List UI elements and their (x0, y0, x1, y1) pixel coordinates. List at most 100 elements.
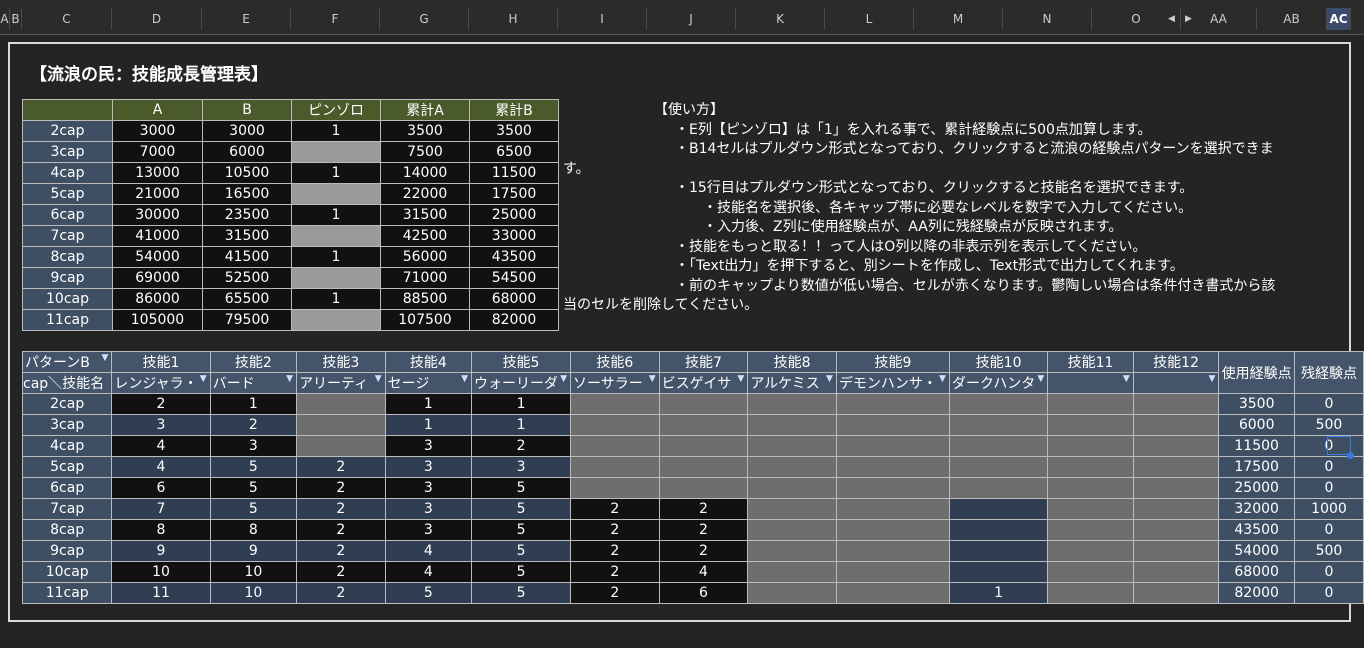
skill-name-select[interactable]: ウォーリーダ ▼ (471, 372, 572, 394)
skill-level-cell[interactable] (570, 414, 660, 436)
dropdown-arrow-icon[interactable]: ▼ (461, 374, 468, 384)
col-header-h[interactable]: H (469, 8, 558, 30)
skill-name-select[interactable]: ダークハンタ ▼ (948, 372, 1049, 394)
skill-level-cell[interactable] (658, 414, 749, 436)
exp-cell[interactable]: 1 (291, 204, 381, 226)
skill-level-cell[interactable]: 5 (209, 477, 298, 499)
skill-level-cell[interactable]: 3 (384, 519, 473, 541)
skill-level-cell[interactable] (747, 456, 837, 478)
skill-name-select[interactable]: アリーティ ▼ (296, 372, 386, 394)
exp-cell[interactable]: 105000 (112, 309, 203, 331)
skill-level-cell[interactable]: 1 (471, 414, 572, 436)
exp-cell[interactable]: 86000 (112, 288, 203, 310)
skill-level-cell[interactable]: 2 (658, 540, 749, 562)
skill-level-cell[interactable] (835, 477, 950, 499)
dropdown-arrow-icon[interactable]: ▼ (826, 374, 833, 384)
skill-level-cell[interactable]: 5 (471, 561, 572, 583)
col-header-g[interactable]: G (380, 8, 469, 30)
skill-level-cell[interactable]: 2 (296, 540, 386, 562)
skill-level-cell[interactable] (747, 582, 837, 604)
skill-level-cell[interactable]: 1 (948, 582, 1049, 604)
skill-level-cell[interactable] (747, 477, 837, 499)
exp-cell[interactable]: 7500 (380, 141, 470, 163)
skill-level-cell[interactable]: 7 (111, 498, 211, 520)
exp-cell[interactable]: 82000 (469, 309, 559, 331)
skill-level-cell[interactable] (1047, 540, 1134, 562)
skill-level-cell[interactable]: 10 (209, 561, 298, 583)
exp-cell[interactable]: 25000 (469, 204, 559, 226)
skill-level-cell[interactable]: 5 (209, 498, 298, 520)
skill-level-cell[interactable] (835, 582, 950, 604)
skill-name-select[interactable]: ソーサラー ▼ (570, 372, 660, 394)
dropdown-arrow-icon[interactable]: ▼ (1037, 374, 1044, 384)
skill-name-select[interactable]: デモンハンサ・ ▼ (835, 372, 950, 394)
hidden-cols-left-arrow-icon[interactable]: ◀ (1168, 8, 1175, 30)
col-header-i[interactable]: I (558, 8, 647, 30)
exp-cell[interactable]: 10500 (202, 162, 292, 184)
exp-cell[interactable]: 14000 (380, 162, 470, 184)
skill-level-cell[interactable]: 2 (209, 414, 298, 436)
dropdown-arrow-icon[interactable]: ▼ (939, 374, 946, 384)
fill-handle[interactable] (1347, 452, 1354, 459)
skill-level-cell[interactable] (1132, 519, 1220, 541)
exp-cell[interactable]: 13000 (112, 162, 203, 184)
exp-cell[interactable]: 71000 (380, 267, 470, 289)
col-header-l[interactable]: L (825, 8, 914, 30)
skill-level-cell[interactable]: 3 (111, 414, 211, 436)
skill-level-cell[interactable]: 5 (384, 582, 473, 604)
skill-level-cell[interactable] (1047, 519, 1134, 541)
skill-level-cell[interactable]: 2 (658, 498, 749, 520)
skill-level-cell[interactable] (747, 393, 837, 415)
dropdown-arrow-icon[interactable]: ▼ (560, 374, 567, 384)
exp-cell[interactable] (291, 225, 381, 247)
exp-cell[interactable] (291, 309, 381, 331)
exp-cell[interactable]: 65500 (202, 288, 292, 310)
dropdown-arrow-icon[interactable]: ▼ (649, 374, 656, 384)
exp-cell[interactable]: 33000 (469, 225, 559, 247)
skill-level-cell[interactable] (948, 435, 1049, 457)
skill-name-select[interactable]: アルケミス ▼ (747, 372, 837, 394)
skill-level-cell[interactable]: 1 (384, 414, 473, 436)
skill-level-cell[interactable]: 2 (570, 540, 660, 562)
skill-level-cell[interactable] (835, 540, 950, 562)
skill-level-cell[interactable]: 5 (209, 456, 298, 478)
col-header-m[interactable]: M (914, 8, 1003, 30)
skill-level-cell[interactable]: 4 (384, 540, 473, 562)
skill-level-cell[interactable] (835, 519, 950, 541)
col-header-ac[interactable]: AC (1327, 8, 1351, 30)
skill-level-cell[interactable] (948, 519, 1049, 541)
exp-cell[interactable]: 41000 (112, 225, 203, 247)
skill-level-cell[interactable]: 1 (471, 393, 572, 415)
skill-level-cell[interactable]: 3 (384, 435, 473, 457)
skill-level-cell[interactable]: 6 (658, 582, 749, 604)
exp-cell[interactable]: 6500 (469, 141, 559, 163)
skill-name-select[interactable]: レンジャラ・ ▼ (111, 372, 211, 394)
skill-level-cell[interactable] (296, 414, 386, 436)
exp-cell[interactable]: 7000 (112, 141, 203, 163)
dropdown-arrow-icon[interactable]: ▼ (1208, 374, 1215, 384)
skill-level-cell[interactable] (1132, 477, 1220, 499)
skill-level-cell[interactable]: 5 (471, 498, 572, 520)
exp-cell[interactable]: 6000 (202, 141, 292, 163)
skill-level-cell[interactable] (747, 498, 837, 520)
exp-cell[interactable]: 107500 (380, 309, 470, 331)
exp-cell[interactable]: 43500 (469, 246, 559, 268)
exp-cell[interactable] (291, 267, 381, 289)
skill-level-cell[interactable]: 5 (471, 540, 572, 562)
exp-cell[interactable]: 3500 (469, 120, 559, 142)
skill-level-cell[interactable] (1132, 456, 1220, 478)
exp-cell[interactable]: 88500 (380, 288, 470, 310)
skill-level-cell[interactable]: 9 (111, 540, 211, 562)
skill-level-cell[interactable]: 2 (570, 519, 660, 541)
col-header-f[interactable]: F (291, 8, 380, 30)
skill-level-cell[interactable] (1047, 414, 1134, 436)
exp-cell[interactable]: 1 (291, 246, 381, 268)
dropdown-arrow-icon[interactable]: ▼ (200, 374, 207, 384)
skill-level-cell[interactable] (658, 393, 749, 415)
skill-level-cell[interactable] (835, 414, 950, 436)
skill-level-cell[interactable]: 2 (471, 435, 572, 457)
skill-level-cell[interactable] (948, 456, 1049, 478)
skill-level-cell[interactable] (1047, 435, 1134, 457)
skill-level-cell[interactable] (1132, 414, 1220, 436)
exp-cell[interactable]: 68000 (469, 288, 559, 310)
